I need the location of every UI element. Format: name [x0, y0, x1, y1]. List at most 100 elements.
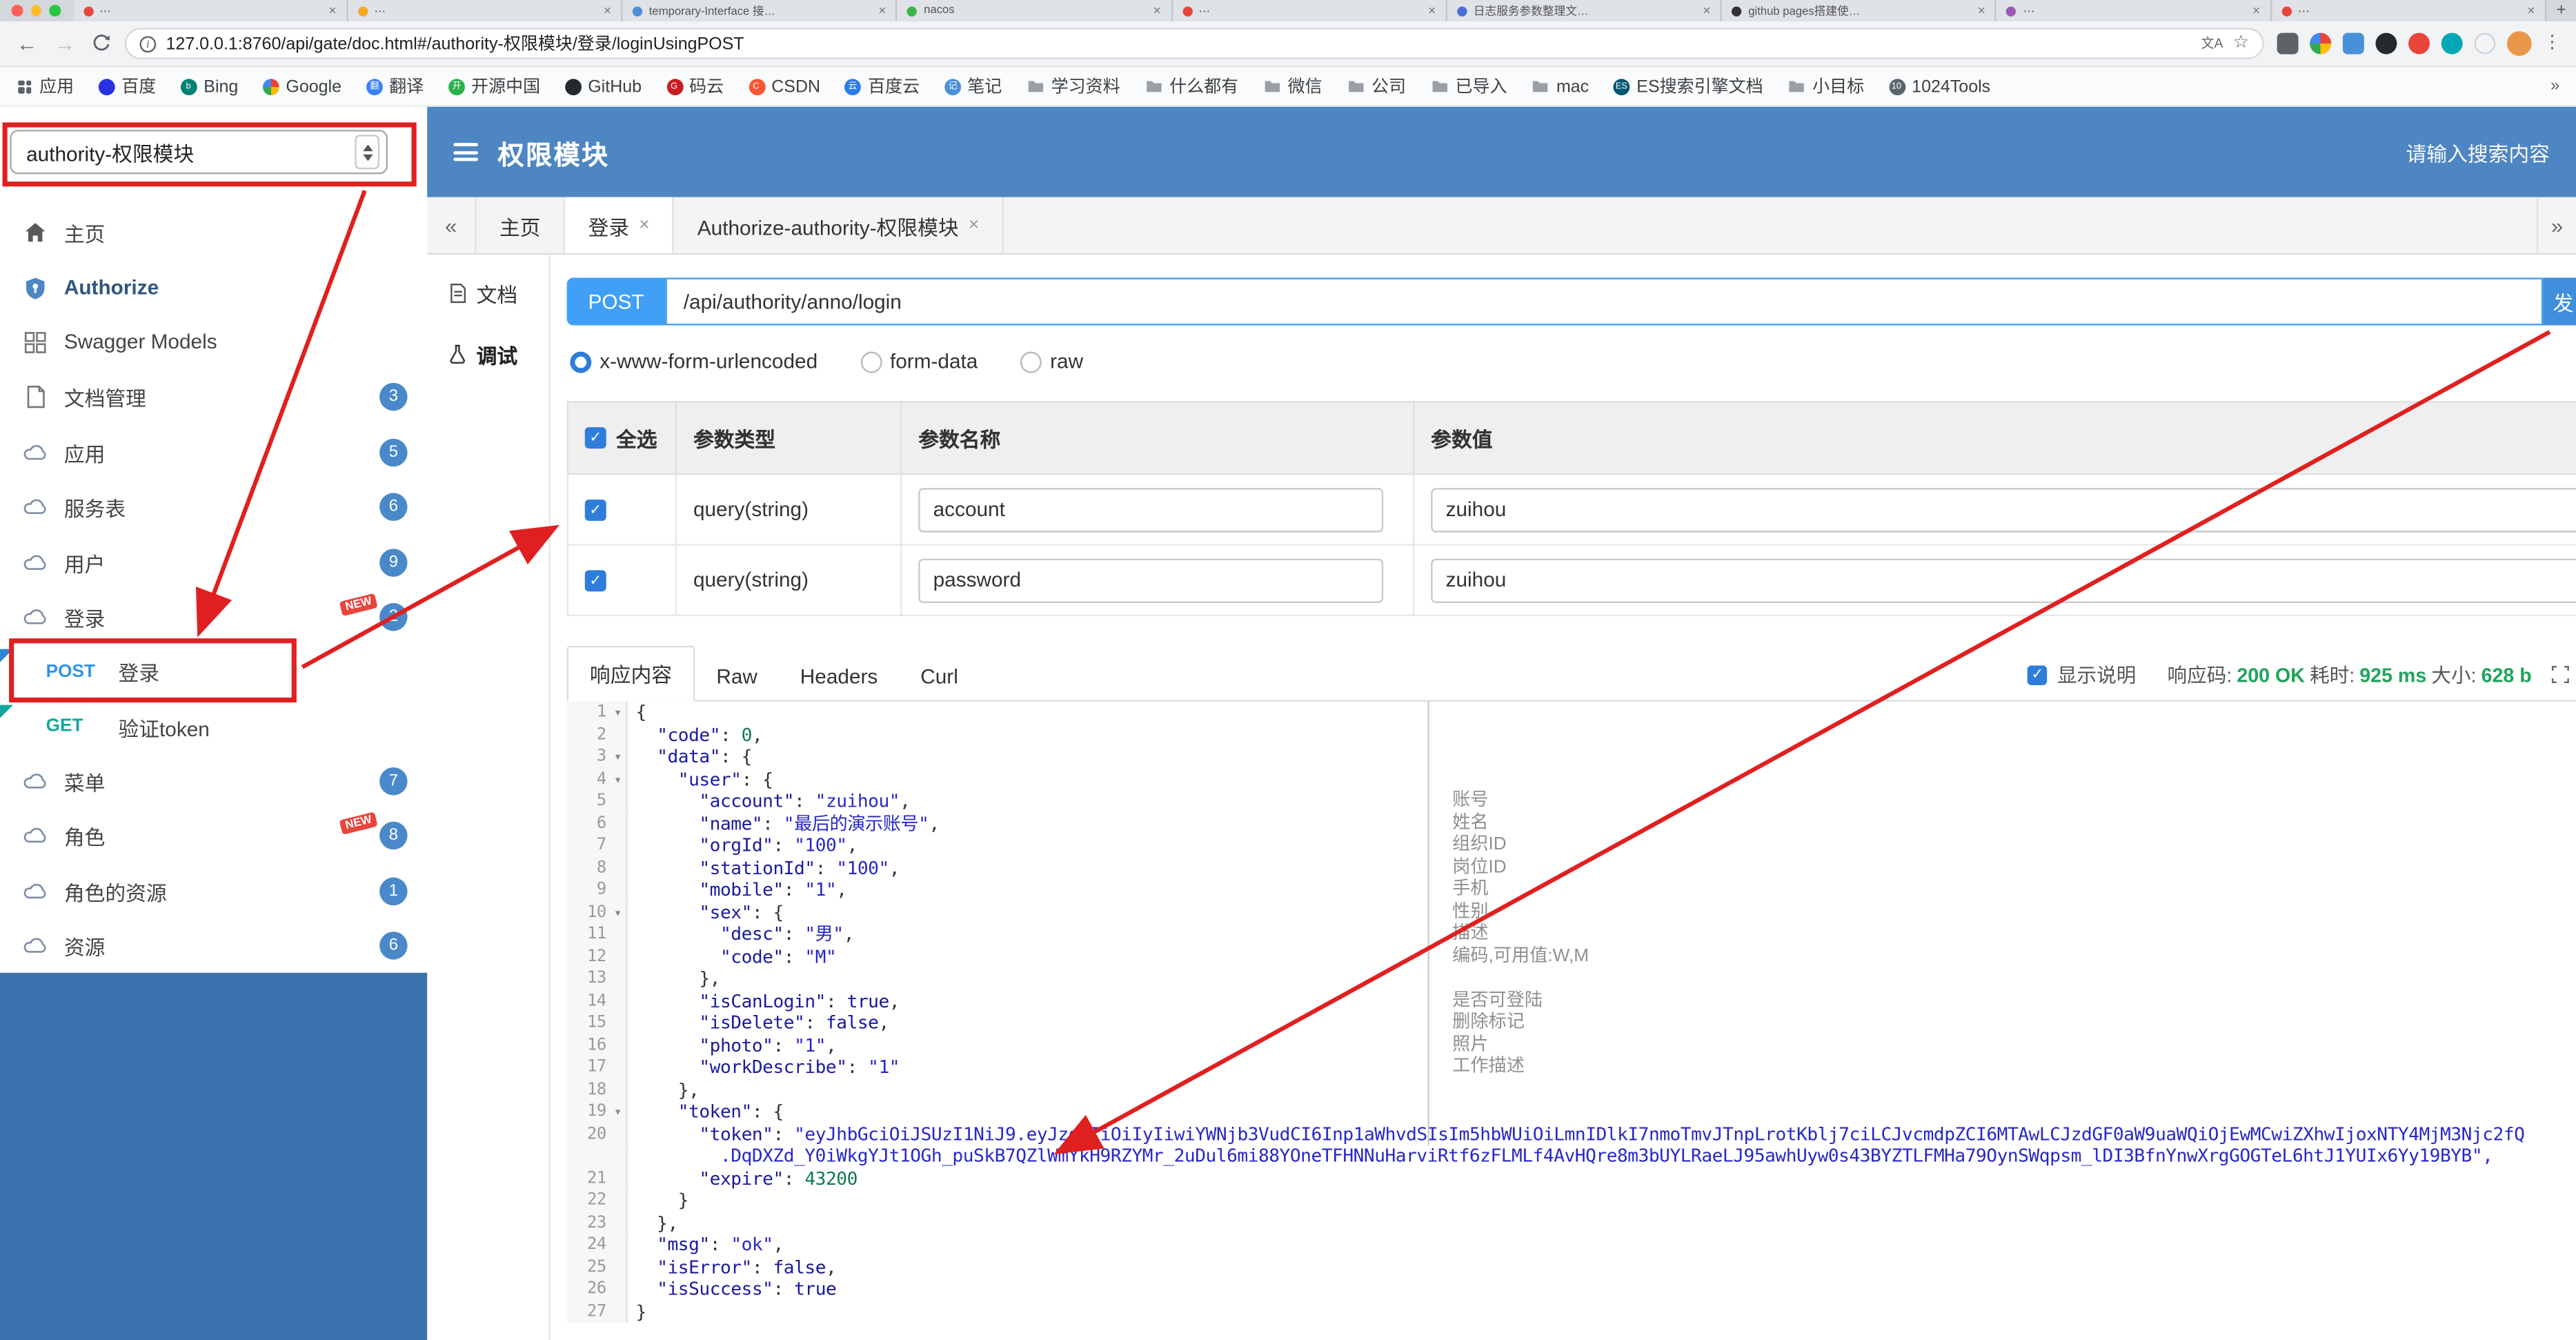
browser-tab[interactable]: ⋯ — [1997, 0, 2272, 21]
bookmarks-overflow-icon[interactable] — [2537, 77, 2559, 95]
bookmark-item[interactable]: 云 百度云 — [844, 74, 920, 99]
tab-close-icon[interactable] — [604, 4, 611, 17]
radio-form-data[interactable]: form-data — [860, 350, 978, 373]
bookmark-item[interactable]: 记 笔记 — [944, 74, 1002, 99]
extension-icon[interactable] — [2277, 32, 2299, 55]
sidebar-item-users[interactable]: 用户 9 — [0, 535, 427, 590]
url-text[interactable]: 127.0.0.1:8760/api/gate/doc.html#/author… — [166, 31, 2192, 56]
bookmark-star-icon[interactable] — [2233, 35, 2250, 52]
tab-close-icon[interactable] — [1703, 4, 1710, 17]
tab-response-content[interactable]: 响应内容 — [566, 645, 695, 702]
browser-tab[interactable]: 日志服务参数整理文… — [1447, 0, 1723, 21]
browser-tab[interactable]: temporary-Interface 接… — [622, 0, 898, 21]
sidebar-item-login-post[interactable]: POST 登录 — [0, 644, 427, 700]
response-editor[interactable]: 1{2 "code": 0,3 "data": {4 "user": {5 "a… — [566, 701, 2576, 1340]
profile-avatar[interactable] — [2506, 31, 2532, 56]
bookmark-item[interactable]: 学习资料 — [1027, 74, 1120, 99]
tab-close-icon[interactable]: × — [969, 215, 979, 235]
bookmark-item[interactable]: G 码云 — [666, 74, 724, 99]
extension-icon[interactable] — [2310, 32, 2332, 55]
extension-icon[interactable] — [2474, 32, 2496, 55]
new-tab-button[interactable] — [2546, 0, 2576, 21]
close-window-icon[interactable] — [11, 5, 23, 17]
sidebar-item-login-group[interactable]: 登录 NEW 2 — [0, 589, 427, 644]
translate-icon[interactable] — [2201, 35, 2223, 52]
browser-tab[interactable]: ⋯ — [348, 0, 623, 21]
sidebar-item-resources[interactable]: 资源 6 — [0, 918, 427, 974]
fullscreen-icon[interactable] — [2551, 665, 2569, 683]
tab-close-icon[interactable] — [878, 4, 886, 17]
sidebar-item-roles[interactable]: 角色 NEW 8 — [0, 809, 427, 864]
browser-tab[interactable]: nacos — [898, 0, 1173, 21]
refresh-icon[interactable] — [90, 33, 112, 55]
sidebar-item-authorize[interactable]: Authorize — [0, 260, 427, 315]
bookmark-item[interactable]: 小目标 — [1787, 74, 1864, 99]
bookmark-item[interactable]: 翻 翻译 — [366, 74, 424, 99]
bookmark-item[interactable]: Google — [263, 77, 341, 96]
bookmark-item[interactable]: mac — [1532, 77, 1589, 96]
zoom-window-icon[interactable] — [49, 5, 60, 17]
sidebar-item-app[interactable]: 应用 5 — [0, 425, 427, 480]
bookmark-item[interactable]: 什么都有 — [1145, 74, 1238, 99]
tab-close-icon[interactable] — [2252, 4, 2260, 17]
select-all-checkbox[interactable] — [584, 427, 606, 449]
tab-close-icon[interactable] — [1428, 4, 1436, 17]
radio-raw[interactable]: raw — [1020, 350, 1083, 373]
param-name-input[interactable] — [918, 487, 1384, 532]
bookmark-item[interactable]: GitHub — [564, 77, 642, 96]
sidebar-item-home[interactable]: 主页 — [0, 206, 427, 261]
row-checkbox[interactable] — [584, 500, 606, 522]
tab-login[interactable]: 登录 × — [565, 197, 675, 253]
bookmark-item[interactable]: 百度 — [98, 74, 156, 99]
tabs-scroll-right-icon[interactable]: » — [2536, 197, 2576, 253]
forward-icon[interactable] — [52, 33, 77, 55]
extension-icon[interactable] — [2441, 32, 2463, 55]
address-bar[interactable]: 127.0.0.1:8760/api/gate/doc.html#/author… — [124, 28, 2264, 59]
param-name-input[interactable] — [918, 558, 1384, 602]
window-controls[interactable] — [0, 0, 73, 21]
browser-tab[interactable]: ⋯ — [1172, 0, 1447, 21]
module-select[interactable]: authority-权限模块 — [10, 130, 388, 175]
back-icon[interactable] — [14, 33, 39, 55]
bookmark-item[interactable]: 公司 — [1347, 74, 1406, 99]
page-info-icon[interactable] — [139, 35, 157, 52]
bookmark-item[interactable]: 应用 — [17, 74, 74, 99]
bookmark-item[interactable]: C CSDN — [748, 77, 820, 96]
tab-headers[interactable]: Headers — [779, 656, 899, 700]
param-value-input[interactable] — [1431, 558, 2576, 602]
bookmark-item[interactable]: 开 开源中国 — [448, 74, 540, 99]
tab-close-icon[interactable] — [329, 4, 337, 17]
browser-tab[interactable]: ⋯ — [72, 0, 348, 21]
tab-close-icon[interactable]: × — [639, 215, 649, 235]
tab-close-icon[interactable] — [1153, 4, 1161, 17]
bookmark-item[interactable]: 微信 — [1263, 74, 1322, 99]
bookmark-item[interactable]: 已导入 — [1431, 74, 1507, 99]
tab-curl[interactable]: Curl — [899, 656, 980, 700]
rail-doc-tab[interactable]: 文档 — [447, 277, 549, 308]
bookmark-item[interactable]: 10 1024Tools — [1888, 77, 1990, 96]
tab-raw[interactable]: Raw — [695, 656, 778, 700]
rail-debug-tab[interactable]: 调试 — [447, 339, 549, 370]
row-checkbox[interactable] — [584, 570, 606, 592]
browser-menu-icon[interactable] — [2543, 35, 2561, 52]
header-search-input[interactable]: 请输入搜索内容 — [2406, 137, 2549, 168]
sidebar-item-verify-token[interactable]: GET 验证token — [0, 699, 427, 754]
minimize-window-icon[interactable] — [30, 5, 41, 17]
tab-close-icon[interactable] — [2527, 4, 2535, 17]
bookmark-item[interactable]: ES ES搜索引擎文档 — [1613, 74, 1763, 99]
browser-tab[interactable]: github pages搭建使… — [1722, 0, 1997, 21]
tabs-scroll-left-icon[interactable]: « — [427, 197, 477, 253]
tab-close-icon[interactable] — [1978, 4, 1985, 17]
sidebar-item-docs[interactable]: 文档管理 3 — [0, 370, 427, 425]
sidebar-item-swagger-models[interactable]: Swagger Models — [0, 315, 427, 371]
extension-icon[interactable] — [2408, 32, 2430, 55]
sidebar-item-role-resources[interactable]: 角色的资源 1 — [0, 864, 427, 919]
param-value-input[interactable] — [1431, 487, 2576, 532]
menu-toggle-icon[interactable] — [453, 143, 478, 161]
extension-icon[interactable] — [2375, 32, 2397, 55]
extension-icon[interactable] — [2342, 32, 2364, 55]
tab-home[interactable]: 主页 — [477, 197, 566, 253]
send-button[interactable]: 发 — [2543, 277, 2576, 326]
browser-tab[interactable]: ⋯ — [2271, 0, 2547, 21]
show-desc-checkbox[interactable] — [2028, 664, 2048, 684]
